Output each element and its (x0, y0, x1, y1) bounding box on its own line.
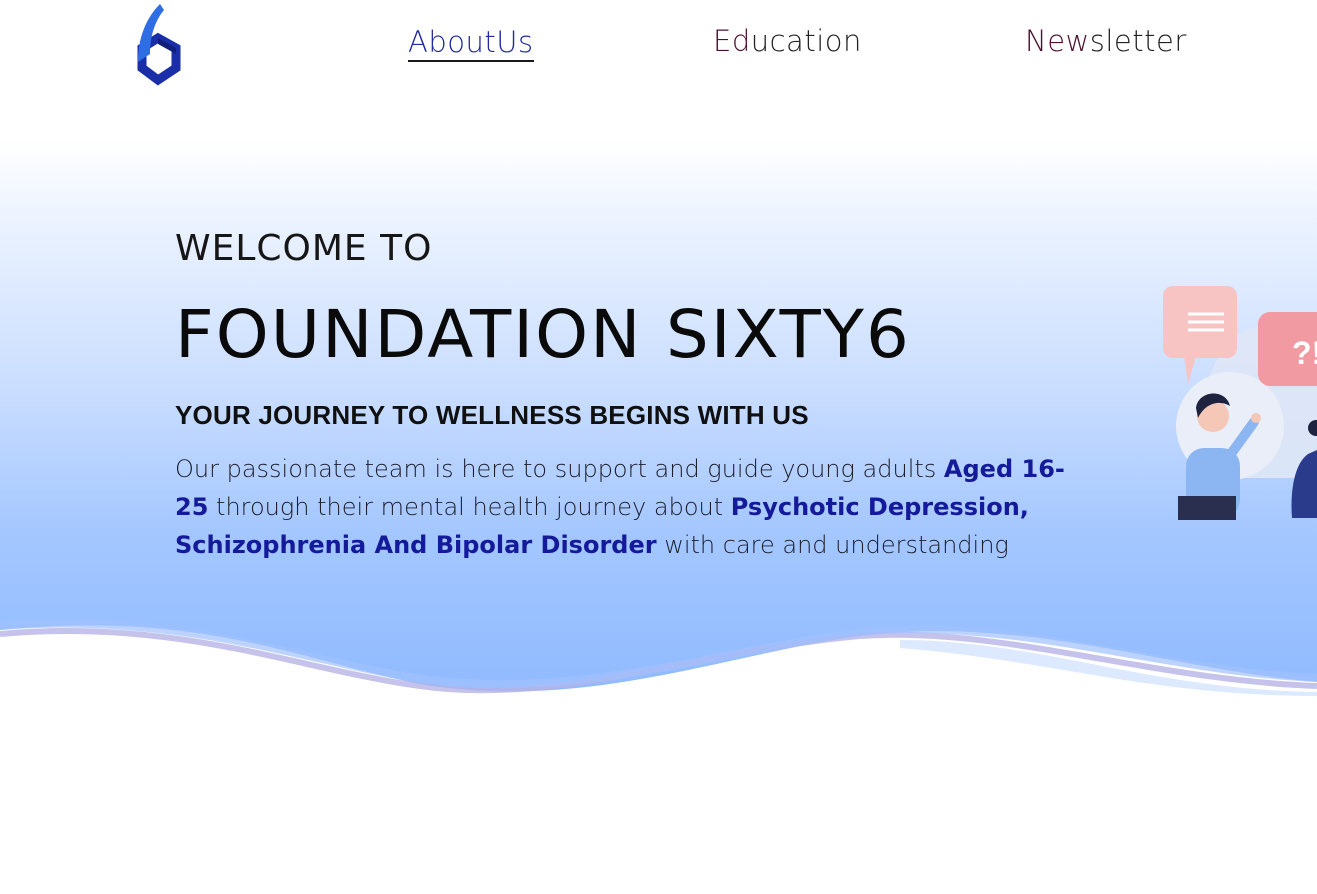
bubble-text: ?! (1292, 335, 1317, 371)
person-legs (1178, 496, 1236, 520)
nav-link-about-us[interactable]: AboutUs (408, 24, 534, 62)
hero-description: Our passionate team is here to support a… (175, 450, 1075, 564)
foundation-sixty6-logo[interactable] (124, 2, 194, 88)
top-navigation-bar: AboutUs Education Newsletter (0, 0, 1317, 140)
page-title: FOUNDATION SIXTY6 (175, 296, 911, 373)
nav-link-newsletter[interactable]: Newsletter (1025, 24, 1187, 58)
hero-wave-divider (0, 619, 1317, 710)
tagline: YOUR JOURNEY TO WELLNESS BEGINS WITH US (175, 400, 809, 430)
description-text: through their mental health journey abou… (208, 493, 731, 521)
conversation-illustration: ?! (1163, 286, 1317, 520)
welcome-heading: WELCOME TO (175, 228, 433, 269)
description-text: with care and understanding (656, 531, 1009, 559)
description-text: Our passionate team is here to support a… (175, 455, 944, 483)
nav-link-education[interactable]: Education (713, 24, 862, 58)
